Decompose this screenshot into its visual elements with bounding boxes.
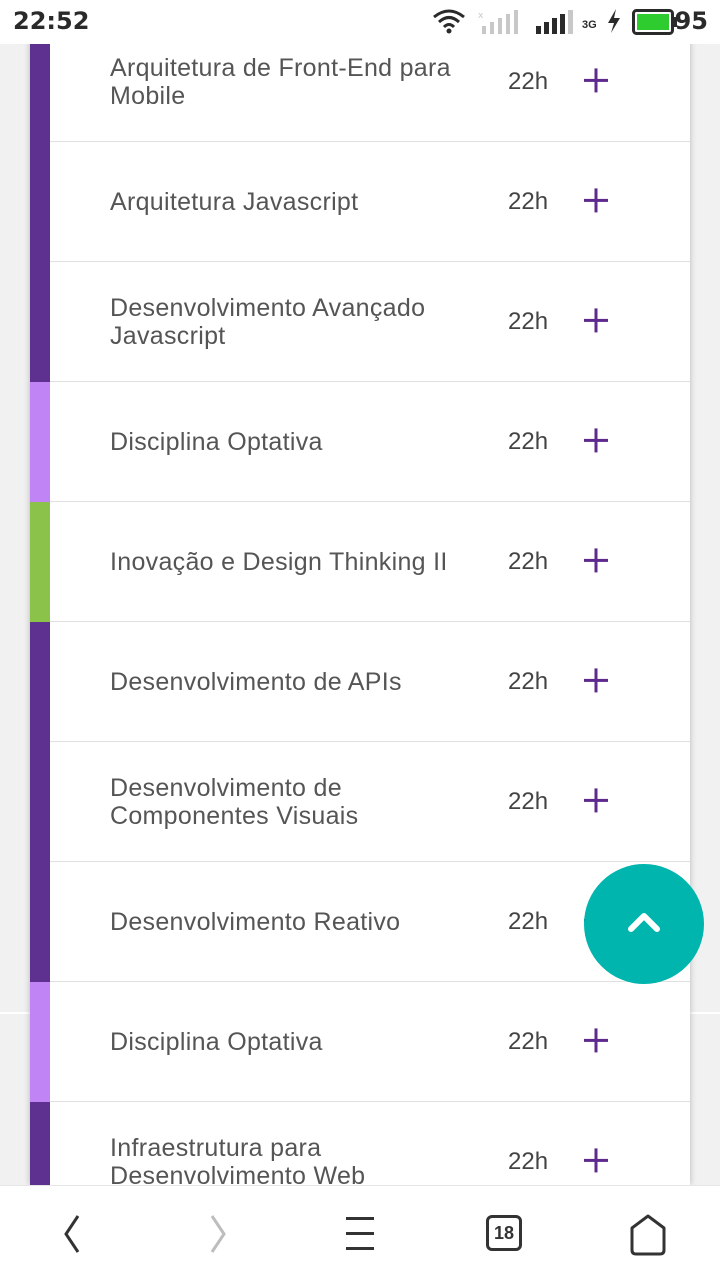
course-row: Desenvolvimento de Componentes Visuais 22…	[30, 742, 690, 862]
battery-percent: 95	[674, 7, 708, 35]
course-row: Inovação e Design Thinking II 22h	[30, 502, 690, 622]
course-row: Infraestrutura para Desenvolvimento Web 2…	[30, 1102, 690, 1185]
course-name: Desenvolvimento de APIs	[110, 667, 402, 696]
expand-plus-icon[interactable]	[580, 304, 612, 336]
chevron-up-icon	[628, 913, 660, 932]
expand-plus-icon[interactable]	[580, 64, 612, 96]
menu-button[interactable]	[336, 1210, 384, 1258]
home-icon	[630, 1214, 666, 1256]
course-color-bar	[30, 262, 50, 382]
course-hours: 22h	[508, 1147, 549, 1175]
course-row: Disciplina Optativa 22h	[30, 982, 690, 1102]
course-hours: 22h	[508, 787, 549, 815]
course-list-card: Arquitetura de Front-End para Mobile 22h A…	[30, 0, 690, 1185]
course-color-bar	[30, 862, 50, 982]
forward-icon	[210, 1215, 226, 1253]
back-button[interactable]	[50, 1210, 98, 1258]
svg-text:x: x	[478, 11, 484, 21]
tabs-button[interactable]: 18	[486, 1215, 534, 1263]
course-color-bar	[30, 502, 50, 622]
course-row: Disciplina Optativa 22h	[30, 382, 690, 502]
course-row: Arquitetura Javascript 22h	[30, 142, 690, 262]
course-row: Desenvolvimento Avançado Javascript 22h	[30, 262, 690, 382]
course-name: Desenvolvimento Avançado Javascript	[110, 293, 426, 350]
course-list: Arquitetura de Front-End para Mobile 22h A…	[30, 22, 690, 1185]
course-name: Desenvolvimento Reativo	[110, 907, 401, 936]
expand-plus-icon[interactable]	[580, 1024, 612, 1056]
course-hours: 22h	[508, 907, 549, 935]
forward-button[interactable]	[192, 1210, 240, 1258]
scroll-top-button[interactable]	[584, 864, 704, 984]
course-name: Arquitetura Javascript	[110, 187, 359, 216]
expand-plus-icon[interactable]	[580, 184, 612, 216]
course-hours: 22h	[508, 187, 549, 215]
wifi-icon	[433, 9, 465, 34]
course-name: Disciplina Optativa	[110, 427, 323, 456]
course-name: Arquitetura de Front-End para Mobile	[110, 53, 451, 110]
network-type: 3G	[582, 19, 597, 31]
menu-icon	[346, 1217, 374, 1250]
course-color-bar	[30, 142, 50, 262]
tab-count: 18	[493, 1223, 515, 1243]
battery-icon	[632, 9, 677, 35]
expand-plus-icon[interactable]	[580, 424, 612, 456]
course-hours: 22h	[508, 1027, 549, 1055]
course-name: Infraestrutura para Desenvolvimento Web	[110, 1133, 366, 1186]
course-name: Disciplina Optativa	[110, 1027, 323, 1056]
signal-sim1-icon: x	[478, 10, 518, 34]
expand-plus-icon[interactable]	[580, 784, 612, 816]
course-hours: 22h	[508, 547, 549, 575]
browser-bottom-nav: 18	[0, 1185, 720, 1281]
status-time: 22:52	[13, 7, 90, 35]
tabs-icon: 18	[486, 1215, 522, 1251]
charging-icon	[608, 9, 620, 33]
course-hours: 22h	[508, 667, 549, 695]
course-name: Inovação e Design Thinking II	[110, 547, 448, 576]
home-button[interactable]	[624, 1210, 672, 1258]
expand-plus-icon[interactable]	[580, 664, 612, 696]
course-color-bar	[30, 622, 50, 742]
course-row: Desenvolvimento de APIs 22h	[30, 622, 690, 742]
status-bar: 22:52 x 3G 95	[0, 0, 720, 44]
course-color-bar	[30, 382, 50, 502]
course-name: Desenvolvimento de Componentes Visuais	[110, 773, 359, 830]
course-hours: 22h	[508, 307, 549, 335]
back-icon	[64, 1215, 80, 1253]
course-color-bar	[30, 742, 50, 862]
course-hours: 22h	[508, 427, 549, 455]
expand-plus-icon[interactable]	[580, 544, 612, 576]
course-hours: 22h	[508, 67, 549, 95]
course-color-bar	[30, 1102, 50, 1185]
expand-plus-icon[interactable]	[580, 1144, 612, 1176]
course-color-bar	[30, 982, 50, 1102]
signal-sim2-icon	[536, 10, 573, 34]
